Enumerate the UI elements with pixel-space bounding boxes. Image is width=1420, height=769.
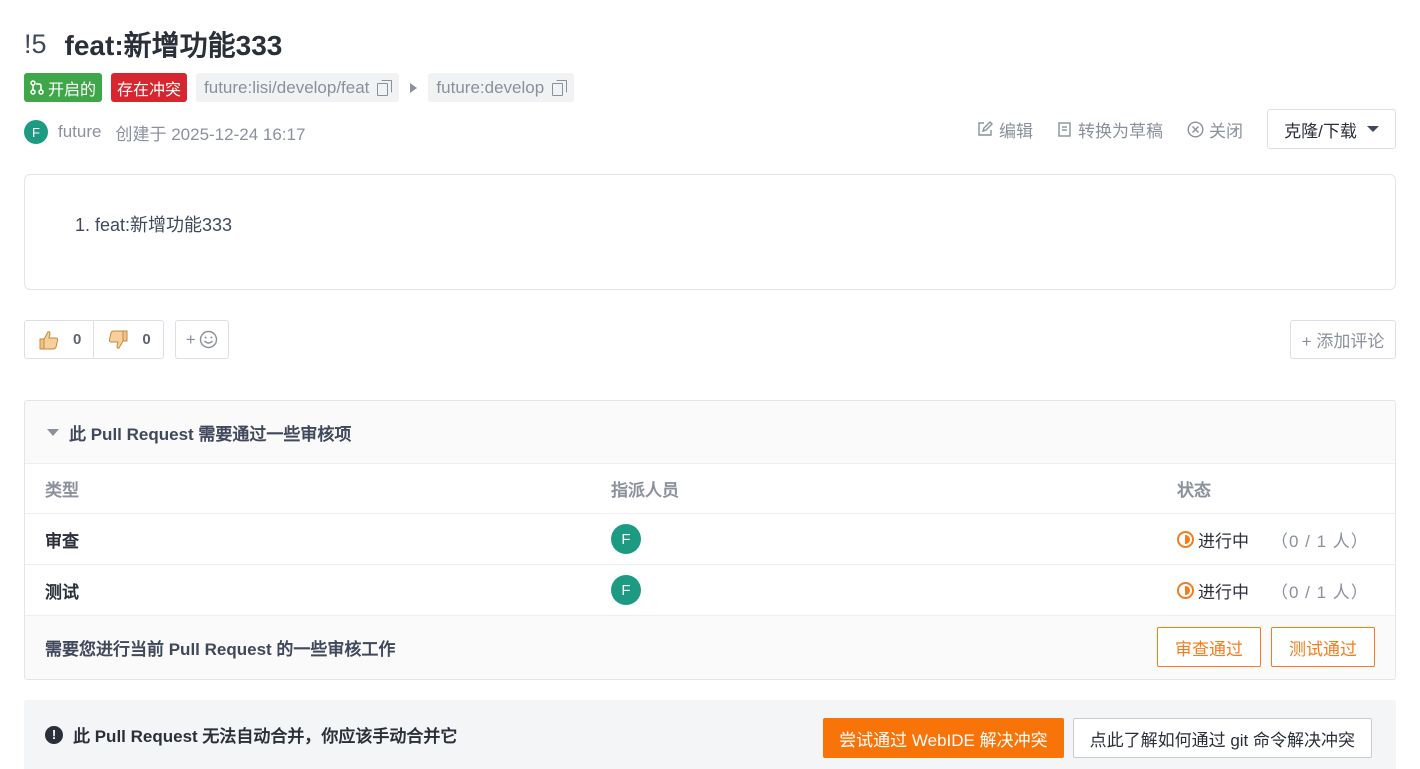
target-branch: future:develop <box>428 73 575 102</box>
draft-icon <box>1058 121 1071 137</box>
close-pr-button[interactable]: 关闭 <box>1187 117 1243 142</box>
clone-download-button[interactable]: 克隆/下载 <box>1267 109 1396 149</box>
created-time: 创建于 2025-12-24 16:17 <box>115 124 306 144</box>
git-help-button[interactable]: 点此了解如何通过 git 命令解决冲突 <box>1072 718 1372 758</box>
avatar[interactable]: F <box>611 575 641 605</box>
reactions: 0 0 + <box>24 320 229 359</box>
copy-icon[interactable] <box>377 80 393 96</box>
edit-button[interactable]: 编辑 <box>976 117 1033 142</box>
arrow-right-icon <box>410 82 418 93</box>
source-branch: future:lisi/develop/feat <box>196 73 400 102</box>
chevron-down-icon <box>1366 126 1379 132</box>
clone-download-label: 克隆/下载 <box>1284 121 1357 141</box>
conflict-buttons: 尝试通过 WebIDE 解决冲突 点此了解如何通过 git 命令解决冲突 <box>823 718 1372 758</box>
in-progress-icon <box>1177 530 1194 548</box>
close-pr-label: 关闭 <box>1209 121 1243 141</box>
thumbs-up-count: 0 <box>73 331 82 348</box>
column-header-assignee: 指派人员 <box>611 481 679 500</box>
review-footer: 需要您进行当前 Pull Request 的一些审核工作 审查通过 测试通过 <box>25 616 1395 679</box>
status-cell: 进行中 （0 / 1 人） <box>1157 527 1395 552</box>
target-branch-label: future:develop <box>436 77 545 97</box>
merge-request-icon <box>30 80 44 95</box>
merge-conflict-bar: ! 此 Pull Request 无法自动合并，你应该手动合并它 尝试通过 We… <box>24 700 1396 769</box>
thumbs-up-button[interactable]: 0 <box>25 321 93 358</box>
caret-down-icon <box>47 428 59 436</box>
thumbs-down-button[interactable]: 0 <box>93 321 162 358</box>
tags-row: 开启的 存在冲突 future:lisi/develop/feat future… <box>24 73 575 102</box>
review-panel-header[interactable]: 此 Pull Request 需要通过一些审核项 <box>25 401 1395 464</box>
edit-label: 编辑 <box>999 121 1033 141</box>
pull-request-page: !5 feat:新增功能333 开启的 存在冲突 future:lisi/dev… <box>24 0 1396 769</box>
status-badge: 开启的 <box>24 73 103 102</box>
author-name[interactable]: future <box>58 122 101 142</box>
thumbs-down-icon <box>109 330 128 349</box>
table-row: 审查 F 进行中 （0 / 1 人） <box>25 514 1395 565</box>
in-progress-icon <box>1177 581 1194 599</box>
review-footer-text: 需要您进行当前 Pull Request 的一些审核工作 <box>45 640 396 659</box>
conflict-message: 此 Pull Request 无法自动合并，你应该手动合并它 <box>73 727 458 746</box>
assignee-cell: F <box>591 575 1157 605</box>
avatar[interactable]: F <box>24 120 48 144</box>
source-branch-label: future:lisi/develop/feat <box>204 77 370 97</box>
thumbs-down-count: 0 <box>142 331 151 348</box>
description-card: 1. feat:新增功能333 <box>24 174 1396 290</box>
review-buttons: 审查通过 测试通过 <box>1157 627 1375 667</box>
convert-draft-button[interactable]: 转换为草稿 <box>1057 117 1163 142</box>
close-circle-icon <box>1187 120 1204 138</box>
status-badge-label: 开启的 <box>48 81 97 99</box>
table-row: 测试 F 进行中 （0 / 1 人） <box>25 565 1395 616</box>
add-emoji-plus: + <box>185 329 196 349</box>
edit-icon <box>978 121 993 136</box>
review-heading: 此 Pull Request 需要通过一些审核项 <box>69 424 352 444</box>
convert-draft-label: 转换为草稿 <box>1078 121 1163 141</box>
column-header-type: 类型 <box>45 481 79 500</box>
approve-test-button[interactable]: 测试通过 <box>1271 627 1375 667</box>
review-panel: 此 Pull Request 需要通过一些审核项 类型 指派人员 状态 审查 F… <box>24 400 1396 680</box>
exclamation-icon: ! <box>45 725 63 744</box>
pr-actions: 编辑 转换为草稿 关闭 克隆/下载 <box>976 109 1396 149</box>
title-row: !5 feat:新增功能333 <box>24 26 282 62</box>
column-header-status: 状态 <box>1177 481 1211 500</box>
assignee-cell: F <box>591 524 1157 554</box>
status-text: 进行中 <box>1198 582 1249 602</box>
resolve-webide-button[interactable]: 尝试通过 WebIDE 解决冲突 <box>823 718 1064 758</box>
author-row: F future 创建于 2025-12-24 16:17 <box>24 119 305 145</box>
add-emoji-button[interactable]: + <box>174 320 229 359</box>
reaction-group: 0 0 <box>24 320 164 359</box>
approve-review-button[interactable]: 审查通过 <box>1157 627 1261 667</box>
status-cell: 进行中 （0 / 1 人） <box>1157 578 1395 603</box>
thumbs-up-icon <box>39 330 59 349</box>
status-count: （0 / 1 人） <box>1271 582 1369 602</box>
copy-icon[interactable] <box>552 80 568 96</box>
pr-number: !5 <box>24 28 47 59</box>
smiley-icon <box>199 330 217 349</box>
pr-title: feat:新增功能333 <box>64 30 283 61</box>
add-comment-button[interactable]: + 添加评论 <box>1290 320 1396 359</box>
review-type: 测试 <box>45 582 79 602</box>
conflict-badge: 存在冲突 <box>111 73 188 102</box>
review-table: 类型 指派人员 状态 审查 F 进行中 （0 / 1 人） 测试 F 进行中 （… <box>25 464 1395 616</box>
review-type: 审查 <box>45 531 79 551</box>
avatar[interactable]: F <box>611 524 641 554</box>
status-text: 进行中 <box>1198 531 1249 551</box>
description-list-item: 1. feat:新增功能333 <box>75 215 233 235</box>
table-header-row: 类型 指派人员 状态 <box>25 464 1395 514</box>
status-count: （0 / 1 人） <box>1271 531 1369 551</box>
